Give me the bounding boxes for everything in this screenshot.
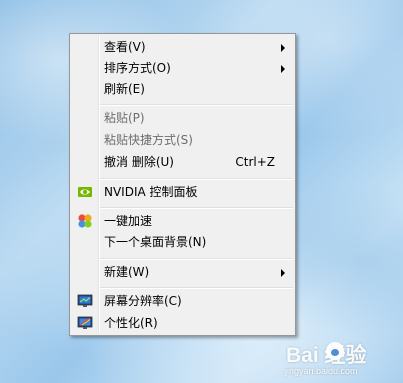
menu-separator: [100, 178, 293, 180]
menu-item-paste-shortcut[interactable]: 粘贴快捷方式(S): [72, 130, 293, 151]
menu-item-label: 查看(V): [104, 40, 146, 54]
nvidia-icon: [77, 184, 93, 200]
watermark-site: jingyan.baidu.com: [285, 366, 358, 376]
menu-separator: [100, 287, 293, 289]
submenu-arrow-icon: [281, 44, 285, 52]
submenu-arrow-icon: [281, 65, 285, 73]
menu-item-sort-by[interactable]: 排序方式(O): [72, 58, 293, 79]
screen-resolution-icon: [77, 293, 93, 309]
menu-item-nvidia-control-panel[interactable]: NVIDIA 控制面板: [72, 182, 293, 203]
baidu-paw-icon: [326, 342, 344, 360]
menu-item-label: 排序方式(O): [104, 61, 171, 75]
menu-item-screen-resolution[interactable]: 屏幕分辨率(C): [72, 291, 293, 312]
menu-item-label: 个性化(R): [104, 316, 158, 330]
personalize-icon: [77, 315, 93, 331]
menu-item-label: 新建(W): [104, 265, 150, 279]
baidu-jingyan-watermark: Bai 经验 jingyan.baidu.com: [283, 339, 401, 383]
menu-item-next-desktop-background[interactable]: 下一个桌面背景(N): [72, 232, 293, 253]
menu-item-label: 屏幕分辨率(C): [104, 294, 182, 308]
menu-item-new[interactable]: 新建(W): [72, 262, 293, 283]
menu-item-label: 撤消 删除(U): [104, 155, 174, 169]
accelerate-icon: [77, 213, 93, 229]
menu-separator: [100, 207, 293, 209]
menu-item-view[interactable]: 查看(V): [72, 37, 293, 58]
menu-item-label: 下一个桌面背景(N): [104, 235, 207, 249]
menu-item-undo-delete[interactable]: 撤消 删除(U) Ctrl+Z: [72, 152, 293, 173]
menu-item-personalize[interactable]: 个性化(R): [72, 313, 293, 334]
menu-item-label: 粘贴快捷方式(S): [104, 133, 193, 147]
menu-item-paste[interactable]: 粘贴(P): [72, 108, 293, 129]
menu-item-refresh[interactable]: 刷新(E): [72, 79, 293, 100]
menu-item-shortcut: Ctrl+Z: [235, 155, 275, 169]
menu-item-label: NVIDIA 控制面板: [104, 185, 198, 199]
menu-item-label: 刷新(E): [104, 82, 145, 96]
desktop-context-menu: 查看(V) 排序方式(O) 刷新(E) 粘贴(P) 粘贴快捷方式(S) 撤消 删…: [69, 33, 296, 336]
menu-item-label: 粘贴(P): [104, 111, 145, 125]
menu-separator: [100, 258, 293, 260]
menu-item-label: 一键加速: [104, 214, 153, 228]
menu-item-one-key-accelerate[interactable]: 一键加速: [72, 211, 293, 232]
menu-separator: [100, 104, 293, 106]
submenu-arrow-icon: [281, 269, 285, 277]
